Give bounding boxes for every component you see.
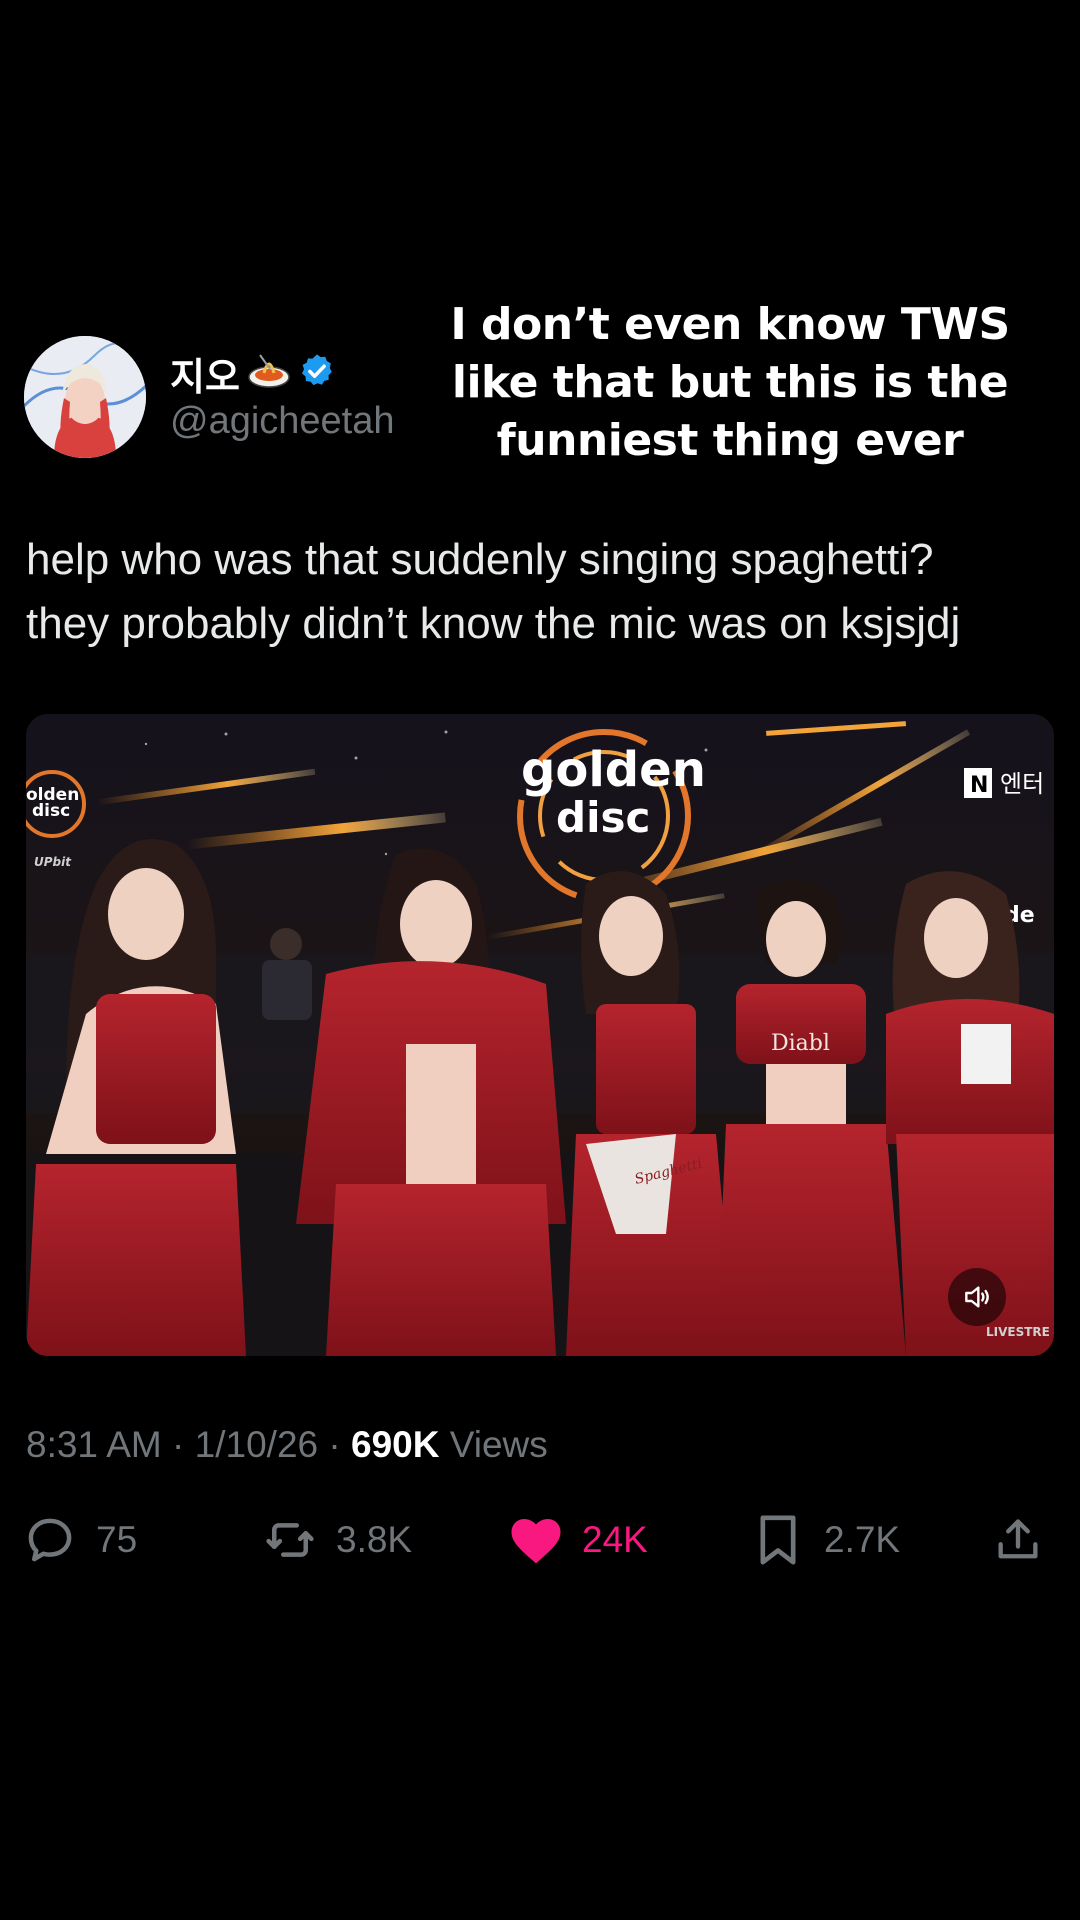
caption-line: funniest thing ever (496, 415, 964, 466)
tweet-text-line: they probably didn’t know the mic was on… (26, 599, 961, 648)
corner-sponsor-text: UPbit (34, 855, 72, 869)
caption-line: like that but this is the (451, 357, 1009, 408)
tweet-text: help who was that suddenly singing spagh… (26, 528, 1066, 656)
author-name-row[interactable]: 지오 (170, 346, 336, 401)
repost-icon (262, 1512, 318, 1568)
corner-logo-text: disc (32, 801, 70, 821)
tweet-text-line: help who was that suddenly singing spagh… (26, 535, 934, 584)
separator: · (172, 1424, 185, 1465)
verified-badge-icon (298, 352, 336, 395)
caption-line: I don’t even know TWS (450, 299, 1010, 350)
shirt-print-text: Diabl (771, 1031, 830, 1056)
share-button[interactable] (990, 1508, 1046, 1572)
action-bar: 75 3.8K 24K 2.7K (0, 1508, 1080, 1572)
display-name[interactable]: 지오 (170, 346, 240, 401)
tweet-date[interactable]: 1/10/26 (195, 1424, 318, 1465)
avatar[interactable] (24, 336, 146, 458)
bookmark-button[interactable]: 2.7K (750, 1508, 900, 1572)
bookmark-icon (750, 1512, 806, 1568)
channel-badge: N (970, 773, 988, 798)
watermark-text: LIVESTRE (986, 1325, 1050, 1339)
heart-icon (508, 1512, 564, 1568)
reply-button[interactable]: 75 (22, 1508, 137, 1572)
channel-text: 엔터 (1000, 770, 1044, 798)
avatar-image (24, 336, 146, 458)
reply-icon (22, 1512, 78, 1568)
views-label: Views (449, 1424, 548, 1465)
tweet-meta: 8:31 AM · 1/10/26 · 690K Views (26, 1424, 548, 1466)
speaker-icon (965, 1286, 989, 1308)
overlay-caption: I don’t even know TWS like that but this… (440, 296, 1020, 470)
reply-count: 75 (96, 1519, 138, 1560)
stage-logo-text: disc (556, 793, 650, 842)
tweet-video[interactable]: golden disc olden disc UPbit N 엔터 de Spa… (26, 714, 1054, 1356)
like-button[interactable]: 24K (508, 1508, 648, 1572)
video-frame: golden disc olden disc UPbit N 엔터 de Spa… (26, 714, 1054, 1356)
sound-toggle-button[interactable] (948, 1268, 1006, 1326)
author-handle[interactable]: @agicheetah (170, 400, 395, 443)
tweet-time[interactable]: 8:31 AM (26, 1424, 162, 1465)
views-count: 690K (351, 1424, 440, 1465)
share-icon (990, 1512, 1046, 1568)
bookmark-count: 2.7K (824, 1519, 901, 1560)
repost-count: 3.8K (336, 1519, 413, 1560)
separator: · (328, 1424, 341, 1465)
like-count: 24K (582, 1519, 648, 1560)
spaghetti-emoji-icon (246, 351, 292, 396)
repost-button[interactable]: 3.8K (262, 1508, 412, 1572)
stage-logo-text: golden (521, 742, 706, 798)
